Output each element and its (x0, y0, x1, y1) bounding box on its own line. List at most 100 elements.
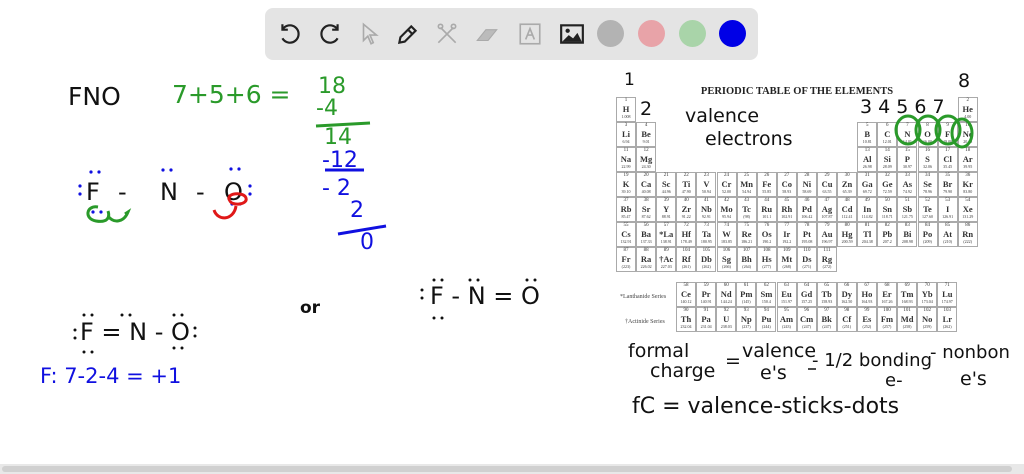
element-symbol: Hs (761, 254, 772, 264)
element-Mg: 12 Mg 24.30 (636, 147, 657, 172)
element-symbol: Pm (740, 289, 753, 299)
element-symbol: B (864, 129, 871, 139)
element-K: 19 K 39.10 (616, 172, 636, 197)
element-symbol: Rf (681, 254, 691, 264)
element-Ga: 31 Ga 69.72 (857, 172, 878, 197)
element-symbol: Cu (821, 179, 833, 189)
color-green-button[interactable] (679, 20, 706, 47)
select-button[interactable] (354, 18, 386, 50)
element-symbol: Lu (942, 289, 953, 299)
element-Ho: 67 Ho 164.93 (856, 282, 877, 307)
element-He: 2 He 4.00 (957, 97, 978, 122)
atomic-mass: 32.06 (923, 164, 932, 169)
element-symbol: Th (680, 314, 692, 324)
atomic-mass: (252) (862, 324, 872, 329)
scrollbar-thumb[interactable] (2, 466, 1012, 472)
element-H: 1 H 1.008 (616, 97, 636, 122)
atomic-mass: 144.24 (720, 299, 732, 304)
element-Lu: 71 Lu 174.97 (937, 282, 958, 307)
element-symbol: K (622, 179, 630, 189)
fluorine-formal-charge: F: 7-2-4 = +1 (40, 364, 182, 388)
undo-button[interactable] (274, 18, 306, 50)
atomic-mass: 118.71 (881, 214, 893, 219)
atomic-mass: (277) (762, 264, 772, 269)
element-Na: 11 Na 22.99 (616, 147, 636, 172)
color-gray-button[interactable] (597, 20, 624, 47)
atomic-mass: 186.21 (741, 239, 753, 244)
atomic-mass: 40.08 (641, 189, 651, 194)
minus-2: - 2 (322, 176, 351, 201)
atomic-mass: 131.29 (962, 214, 974, 219)
text-button[interactable] (514, 18, 546, 50)
element-symbol: At (943, 229, 953, 239)
element-Kr: 36 Kr 83.80 (957, 172, 978, 197)
atomic-mass: 157.25 (801, 299, 813, 304)
element-Li: 3 Li 6.94 (616, 122, 636, 147)
element-Tb: 65 Tb 158.93 (816, 282, 837, 307)
element-Hf: 72 Hf 178.49 (676, 222, 697, 247)
atomic-mass: 19.00 (943, 139, 953, 144)
element-Ag: 47 Ag 107.87 (817, 197, 837, 222)
element-U: 92 U 238.03 (716, 307, 737, 332)
element-symbol: Pa (701, 314, 711, 324)
atomic-mass: 132.91 (620, 239, 632, 244)
formula-label: FNO (68, 82, 121, 111)
pencil-button[interactable] (392, 18, 424, 50)
element-W: 74 W 183.85 (716, 222, 737, 247)
atomic-mass: 178.49 (680, 239, 692, 244)
atomic-mass: 91.22 (681, 214, 691, 219)
element-symbol: Yb (921, 289, 933, 299)
element-Sc: 21 Sc 44.96 (656, 172, 677, 197)
element-Rn: 86 Rn (222) (957, 222, 978, 247)
image-button[interactable] (556, 18, 588, 50)
element-Ra: 88 Ra 226.02 (636, 247, 657, 272)
horizontal-scrollbar[interactable] (0, 464, 1024, 474)
eraser-button[interactable] (471, 18, 503, 50)
valence-sum: 7+5+6 = (172, 80, 291, 109)
atomic-mass: 114.82 (861, 214, 873, 219)
atomic-mass: (262) (702, 264, 711, 269)
atomic-mass: (272) (822, 264, 832, 269)
element-symbol: Cl (943, 154, 952, 164)
element-Cs: 55 Cs 132.91 (616, 222, 636, 247)
atomic-mass: 47.90 (681, 189, 691, 194)
tools-button[interactable] (431, 18, 463, 50)
result-0: 0 (360, 230, 374, 255)
atomic-mass: (222) (963, 239, 973, 244)
element-Ru: 44 Ru 101.1 (756, 197, 777, 222)
atomic-mass: 174.97 (941, 299, 953, 304)
atomic-mass: (244) (762, 324, 771, 329)
color-blue-button[interactable] (719, 20, 746, 47)
image-icon (560, 24, 584, 44)
element-Nd: 60 Nd 144.24 (716, 282, 737, 307)
element-symbol: Xe (962, 204, 973, 214)
element-symbol: Fm (880, 314, 894, 324)
atomic-mass: 183.85 (721, 239, 732, 244)
valence-term: valence (742, 340, 817, 362)
atomic-mass: 107.87 (821, 214, 833, 219)
redo-button[interactable] (314, 18, 346, 50)
element-symbol: He (962, 104, 973, 114)
element-Rf: 104 Rf (261) (676, 247, 697, 272)
element-symbol: Cf (842, 314, 852, 324)
bonding-e-term: e- (885, 370, 903, 391)
element-F: 9 F 19.00 (937, 122, 958, 147)
color-pink-button[interactable] (638, 20, 665, 47)
element-Eu: 63 Eu 151.97 (776, 282, 797, 307)
element-symbol: Dy (841, 289, 852, 299)
element-symbol: Tc (742, 204, 751, 214)
atomic-mass: (243) (782, 324, 791, 329)
atomic-mass: 164.93 (861, 299, 873, 304)
element-Sb: 51 Sb 121.75 (897, 197, 918, 222)
text-icon (519, 23, 541, 45)
element-symbol: Ag (821, 204, 833, 214)
atomic-mass: 140.91 (700, 299, 712, 304)
atomic-mass: (271) (802, 264, 812, 269)
periodic-table: PERIODIC TABLE OF THE ELEMENTS 1 H 1.008 2 H… (616, 78, 978, 274)
atomic-mass: (257) (882, 324, 892, 329)
element-symbol: Li (621, 129, 631, 139)
atomic-mass: (145) (741, 299, 751, 304)
element-symbol: Ir (783, 229, 791, 239)
element-symbol: Se (923, 179, 932, 189)
element-symbol: Pr (701, 289, 711, 299)
